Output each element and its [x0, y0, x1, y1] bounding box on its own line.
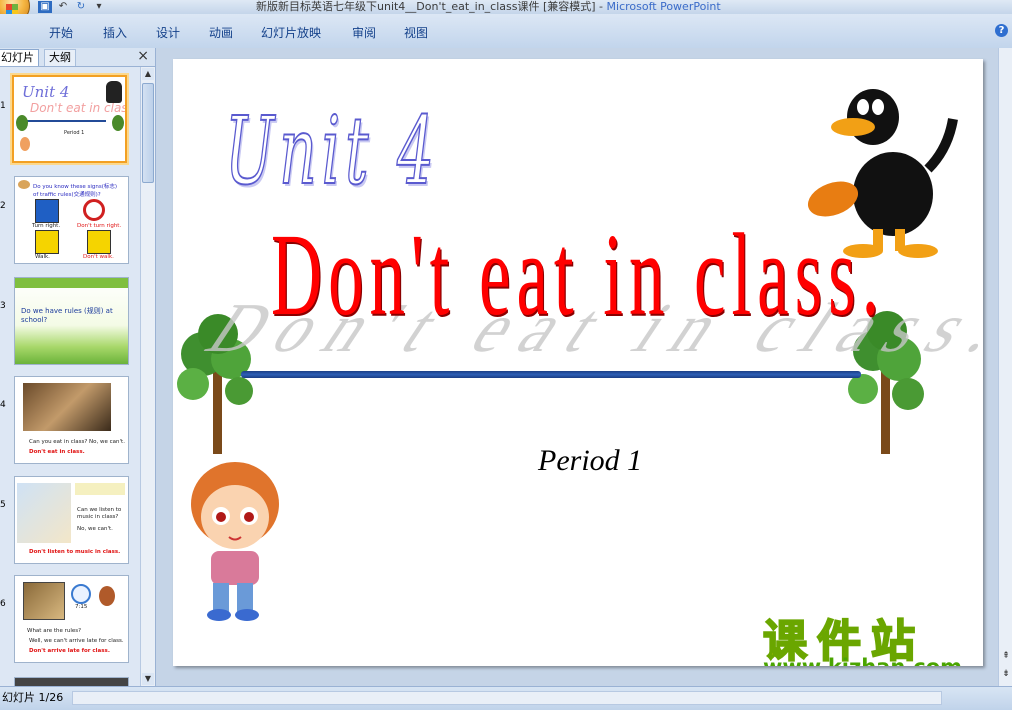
thumb-line: of traffic rules(交通规则)? [33, 192, 101, 198]
tab-view[interactable]: 视图 [404, 24, 428, 41]
thumbnail-scrollbar[interactable]: ▲ ▼ [140, 67, 155, 686]
tab-review[interactable]: 审阅 [352, 24, 376, 41]
scroll-down-icon[interactable]: ▼ [142, 673, 154, 685]
slide-thumbnail-1[interactable]: Unit 4 Don't eat in class Period 1 [12, 75, 127, 163]
help-icon[interactable]: ? [995, 24, 1008, 37]
face-icon [18, 180, 30, 189]
scrollbar-thumb[interactable] [142, 83, 154, 183]
tab-slides[interactable]: 幻灯片 [0, 49, 39, 66]
classroom-photo [23, 383, 111, 431]
undo-icon[interactable]: ↶ [56, 1, 70, 13]
girl-icon [191, 462, 279, 621]
redo-icon[interactable]: ↻ [74, 1, 88, 13]
watermark-url: www.kjzhan.com [763, 655, 962, 666]
window-title: 新版新目标英语七年级下unit4__Don't_eat_in_class课件 [… [256, 0, 721, 13]
thumb-line: Can we listen to [77, 507, 122, 513]
thumb-line: Can you eat in class? No, we can't. [29, 439, 125, 445]
slide-thumbnail-7[interactable] [14, 677, 129, 686]
slide-number: 6 [0, 599, 6, 609]
title-bar: ▣ ↶ ↻ ▾ 新版新目标英语七年级下unit4__Don't_eat_in_c… [0, 0, 1012, 14]
thumb-line: music in class? [77, 514, 119, 520]
ribbon-tab-bar: 开始 插入 设计 动画 幻灯片放映 审阅 视图 ? [0, 14, 1012, 49]
thumb-line: Don't listen to music in class. [29, 549, 121, 555]
tab-slideshow[interactable]: 幻灯片放映 [261, 24, 321, 41]
thumb-line: What are the rules? [27, 628, 82, 634]
thumb-unit-title: Unit 4 [22, 83, 70, 101]
save-icon[interactable]: ▣ [38, 1, 52, 13]
slide-thumbnail-5[interactable]: Can we listen to music in class? No, we … [14, 476, 129, 564]
unit-title[interactable]: Unit 4 [224, 96, 439, 207]
slide-thumbnail-3[interactable]: Do we have rules (规则) at school? [14, 277, 129, 365]
thumb-period: Period 1 [64, 130, 85, 136]
tab-animations[interactable]: 动画 [209, 24, 233, 41]
panel-tab-bar: 幻灯片 大纲 × [0, 48, 155, 67]
slide-number: 5 [0, 500, 6, 510]
thumb-line: Do you know these signs(标志) [33, 184, 118, 190]
turn-right-sign-icon [35, 199, 59, 223]
slides-panel: 幻灯片 大纲 × 1 Unit 4 Don't eat in class Per… [0, 48, 156, 686]
thumb-lesson-title: Don't eat in class [30, 101, 127, 115]
app-name: Microsoft PowerPoint [606, 0, 721, 13]
thumb-line: Don't arrive late for class. [29, 648, 110, 654]
boy-photo [23, 582, 65, 620]
no-turn-right-sign-icon [83, 199, 105, 221]
thumb-line: Don't eat in class. [29, 449, 85, 455]
slide-number: 3 [0, 301, 6, 311]
office-logo-icon [6, 4, 18, 14]
thumb-caption: Walk. [35, 254, 50, 260]
slide-scrollbar[interactable]: ⇞ ⇟ [998, 48, 1012, 686]
tab-outline[interactable]: 大纲 [44, 49, 76, 66]
document-title: 新版新目标英语七年级下unit4__Don't_eat_in_class课件 [… [256, 0, 607, 13]
close-icon[interactable]: × [137, 48, 149, 64]
classroom-illustration [17, 483, 71, 543]
thumb-caption: Don't turn right. [77, 223, 122, 229]
scroll-up-icon[interactable]: ▲ [142, 68, 154, 80]
thumb-line: Do we have rules (规则) at [21, 307, 113, 315]
title-divider-bar [241, 371, 861, 378]
walk-sign-icon [35, 230, 59, 254]
duck-icon [106, 81, 122, 103]
horizontal-scrollbar[interactable] [72, 691, 942, 705]
thumb-line: school? [21, 316, 48, 324]
slide-editor: Don't eat in class. Unit 4 Don't eat in … [156, 48, 998, 686]
music-notes-image [75, 483, 125, 495]
status-bar: 幻灯片 1/26 [0, 686, 1012, 710]
quick-access-toolbar: ▣ ↶ ↻ ▾ [38, 0, 106, 14]
clock-icon [71, 584, 91, 604]
tab-home[interactable]: 开始 [49, 24, 73, 41]
slide-number: 4 [0, 400, 6, 410]
period-label[interactable]: Period 1 [538, 444, 642, 478]
girl-icon [20, 137, 30, 151]
thumb-caption: Don't walk. [83, 254, 114, 260]
lesson-title[interactable]: Don't eat in class. [271, 207, 885, 343]
slide-counter: 幻灯片 1/26 [2, 691, 64, 704]
current-slide[interactable]: Don't eat in class. Unit 4 Don't eat in … [173, 59, 983, 666]
thumb-time: 7:15 [75, 604, 88, 610]
previous-slide-icon[interactable]: ⇞ [1000, 650, 1012, 662]
slide-thumbnail-4[interactable]: Can you eat in class? No, we can't. Don'… [14, 376, 129, 464]
thumbnail-list[interactable]: 1 Unit 4 Don't eat in class Period 1 2 D… [0, 67, 139, 686]
slide-thumbnail-2[interactable]: Do you know these signs(标志) of traffic r… [14, 176, 129, 264]
slide-thumbnail-6[interactable]: 7:15 What are the rules? Well, we can't … [14, 575, 129, 663]
tree-icon [112, 115, 124, 131]
next-slide-icon[interactable]: ⇟ [1000, 668, 1012, 680]
tab-design[interactable]: 设计 [156, 24, 180, 41]
cartoon-boy-icon [99, 586, 115, 606]
thumb-caption: Turn right. [32, 223, 61, 229]
thumb-header-band [15, 278, 128, 288]
qat-dropdown-icon[interactable]: ▾ [92, 1, 106, 13]
tab-insert[interactable]: 插入 [103, 24, 127, 41]
thumb-bar [26, 120, 106, 122]
thumb-line: Well, we can't arrive late for class. [29, 638, 124, 644]
slide-number: 2 [0, 201, 6, 211]
slide-number: 1 [0, 101, 6, 111]
tree-icon [16, 115, 28, 131]
no-walk-sign-icon [87, 230, 111, 254]
office-button[interactable] [0, 0, 30, 14]
thumb-line: No, we can't. [77, 526, 113, 532]
